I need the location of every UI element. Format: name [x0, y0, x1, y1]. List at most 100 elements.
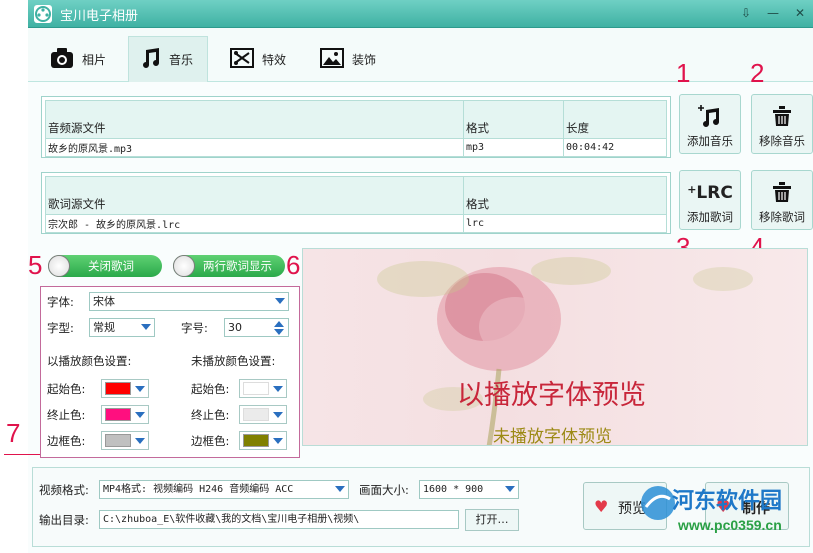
unplayed-end-label: 终止色: [191, 408, 230, 422]
chevron-down-icon [141, 324, 151, 330]
played-end-label: 终止色: [47, 408, 86, 422]
video-format-select[interactable]: MP4格式: 视频编码 H246 音频编码 ACC [99, 480, 349, 499]
table-cell: mp3 [463, 138, 564, 157]
unplayed-start-color-picker[interactable] [239, 379, 287, 398]
table-cell: 00:04:42 [563, 138, 667, 157]
tab-label: 相片 [82, 52, 107, 67]
tab-bar: 相片 音乐 特效 装饰 [28, 28, 813, 82]
two-line-lyrics-toggle[interactable]: 两行歌词显示 [173, 255, 285, 277]
watermark: 河东软件园 www.pc0359.cn [638, 479, 813, 537]
output-dir-input[interactable]: C:\zhuboa_E\软件收藏\我的文档\宝川电子相册\视频\ [99, 510, 459, 529]
annotation-6: 6 [286, 250, 301, 280]
output-dir-value: C:\zhuboa_E\软件收藏\我的文档\宝川电子相册\视频\ [103, 514, 360, 525]
lyrics-preview: 以播放字体预览 未播放字体预览 [302, 248, 808, 446]
frame-size-select[interactable]: 1600 * 900 [419, 480, 519, 499]
chevron-down-icon [335, 486, 345, 492]
size-value: 30 [228, 321, 242, 334]
trash-icon [752, 179, 812, 208]
color-swatch [243, 382, 269, 395]
tab-decor[interactable]: 装饰 [310, 36, 386, 82]
font-label: 字体: [47, 295, 74, 309]
size-label: 字号: [181, 321, 208, 335]
table-row[interactable]: 故乡的原风景.mp3 mp3 00:04:42 [45, 138, 667, 157]
toggle-knob [48, 255, 70, 277]
table-cell: 故乡的原风景.mp3 [45, 138, 464, 157]
column-header[interactable]: 格式 [463, 176, 667, 215]
played-start-label: 起始色: [47, 382, 86, 396]
button-label: 移除音乐 [759, 134, 805, 148]
add-music-button[interactable]: 添加音乐 [679, 94, 741, 154]
trash-icon [752, 103, 812, 132]
played-border-label: 边框色: [47, 434, 86, 448]
rose-background-image [377, 257, 753, 445]
heart-icon: ♥ [594, 497, 609, 516]
chevron-down-icon [275, 298, 285, 304]
remove-lyrics-button[interactable]: 移除歌词 [751, 170, 813, 230]
minimize-button[interactable]: — [763, 4, 783, 22]
picture-icon [320, 47, 352, 72]
button-label: 添加歌词 [687, 210, 733, 224]
add-lrc-icon: +LRC [687, 183, 733, 203]
chevron-down-icon [135, 412, 145, 418]
close-button[interactable]: ✕ [790, 4, 810, 22]
button-label: 移除歌词 [759, 210, 805, 224]
tab-photos[interactable]: 相片 [40, 36, 116, 82]
skin-menu-button[interactable]: ⇩ [736, 4, 756, 22]
chevron-down-icon [273, 438, 283, 444]
annotation-5: 5 [28, 250, 43, 280]
table-cell: 宗次郎 - 故乡的原风景.lrc [45, 214, 464, 233]
annotation-1: 1 [676, 58, 691, 88]
add-lyrics-button[interactable]: +LRC 添加歌词 [679, 170, 741, 230]
unplayed-border-label: 边框色: [191, 434, 230, 448]
annotation-2: 2 [750, 58, 765, 88]
chevron-down-icon [273, 412, 283, 418]
audio-file-list[interactable]: 音频源文件 格式 长度 故乡的原风景.mp3 mp3 00:04:42 [41, 96, 671, 158]
close-lyrics-toggle[interactable]: 关闭歌词 [48, 255, 162, 277]
output-dir-label: 输出目录: [39, 513, 89, 527]
played-end-color-picker[interactable] [101, 405, 149, 424]
column-header[interactable]: 歌词源文件 [45, 176, 464, 215]
chevron-down-icon [273, 386, 283, 392]
toggle-label: 关闭歌词 [88, 259, 134, 273]
remove-music-button[interactable]: 移除音乐 [751, 94, 813, 154]
open-folder-button[interactable]: 打开… [465, 509, 519, 531]
camera-icon [50, 47, 82, 72]
column-header[interactable]: 格式 [463, 100, 564, 139]
table-row[interactable]: 宗次郎 - 故乡的原风景.lrc lrc [45, 214, 667, 233]
played-start-color-picker[interactable] [101, 379, 149, 398]
column-header[interactable]: 长度 [563, 100, 667, 139]
app-logo-icon [34, 5, 52, 23]
tab-music[interactable]: 音乐 [128, 36, 208, 82]
annotation-7: 7 [6, 418, 21, 448]
lyrics-style-settings: 字体: 宋体 字型: 常规 字号: 30 以播放颜色设置: 未播放颜色设置: 起… [40, 286, 300, 458]
frame-size-value: 1600 * 900 [423, 484, 484, 495]
unplayed-border-color-picker[interactable] [239, 431, 287, 450]
toggle-knob [173, 255, 195, 277]
column-header[interactable]: 音频源文件 [45, 100, 464, 139]
lyrics-file-list[interactable]: 歌词源文件 格式 宗次郎 - 故乡的原风景.lrc lrc [41, 172, 671, 234]
add-music-icon [680, 103, 740, 132]
unplayed-start-label: 起始色: [191, 382, 230, 396]
unplayed-end-color-picker[interactable] [239, 405, 287, 424]
video-format-label: 视频格式: [39, 483, 89, 497]
played-preview-text: 以播放字体预览 [457, 380, 646, 411]
color-swatch [105, 382, 131, 395]
stepper-arrows-icon[interactable] [273, 320, 285, 341]
video-format-value: MP4格式: 视频编码 H246 音频编码 ACC [103, 484, 294, 495]
effects-icon [230, 47, 262, 72]
toggle-label: 两行歌词显示 [203, 259, 272, 273]
window-title: 宝川电子相册 [60, 9, 139, 24]
color-swatch [243, 408, 269, 421]
unplayed-preview-text: 未播放字体预览 [493, 427, 612, 446]
played-border-color-picker[interactable] [101, 431, 149, 450]
color-swatch [243, 434, 269, 447]
title-bar: 宝川电子相册 ⇩ — ✕ [28, 0, 813, 28]
tab-effects[interactable]: 特效 [220, 36, 296, 82]
color-swatch [105, 434, 131, 447]
size-stepper[interactable]: 30 [224, 318, 289, 337]
font-select[interactable]: 宋体 [89, 292, 289, 311]
style-select[interactable]: 常规 [89, 318, 155, 337]
watermark-url: www.pc0359.cn [678, 517, 782, 533]
color-swatch [105, 408, 131, 421]
table-cell: lrc [463, 214, 667, 233]
